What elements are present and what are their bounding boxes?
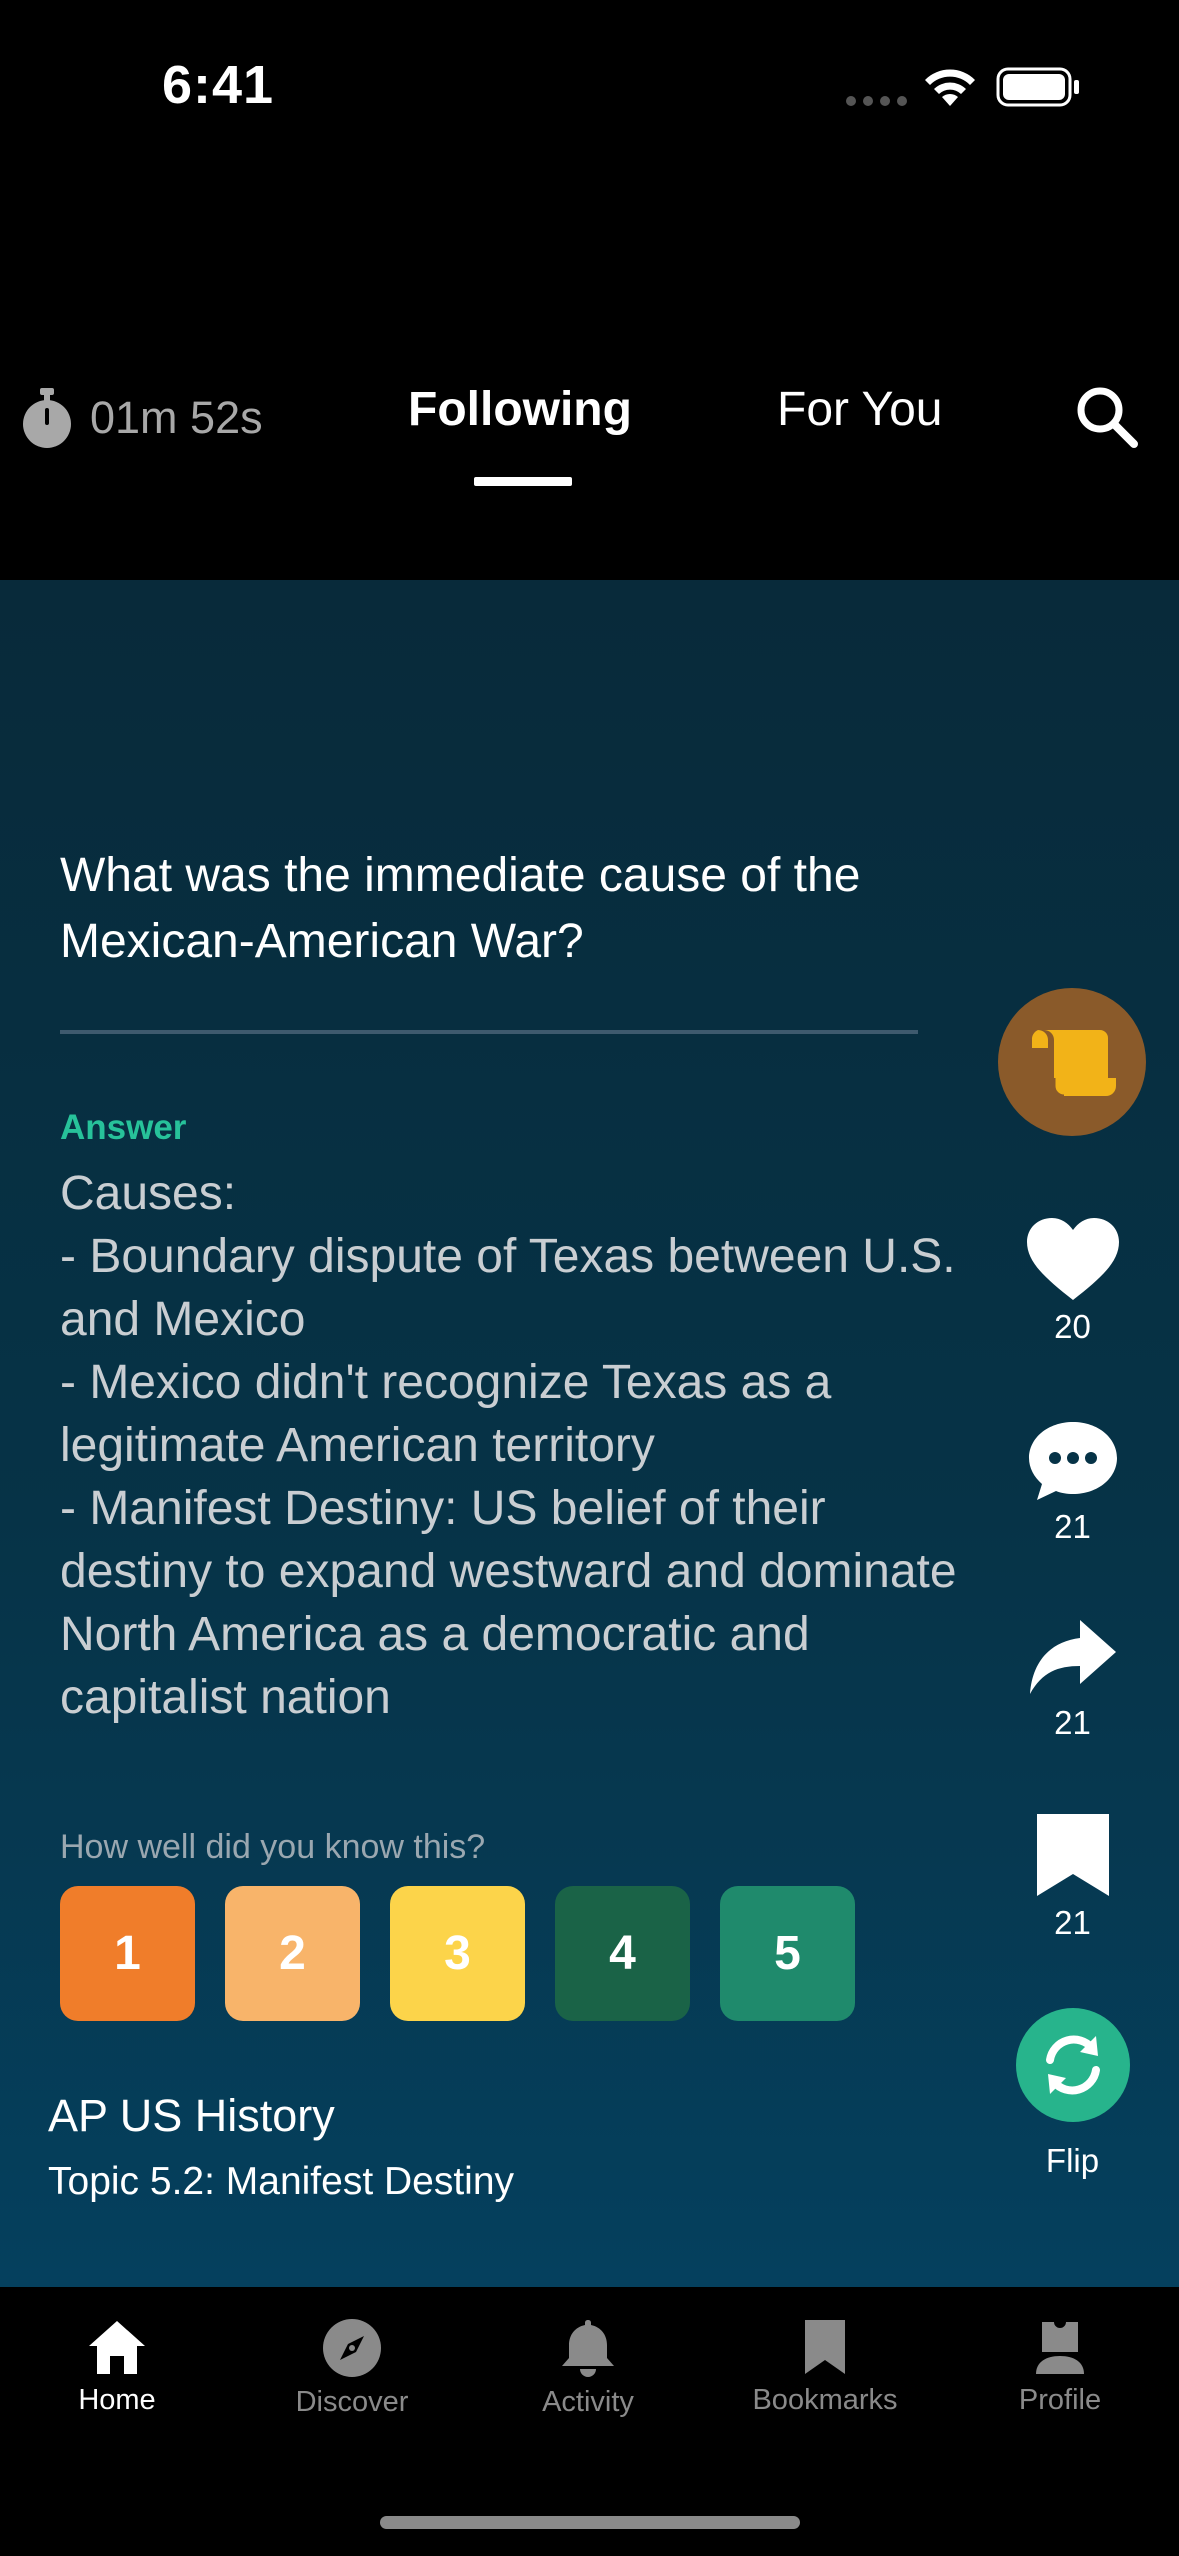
- heart-icon: [1026, 1218, 1119, 1300]
- rating-button-1[interactable]: 1: [60, 1886, 195, 2021]
- tab-for-you[interactable]: For You: [777, 382, 942, 437]
- battery-icon: [996, 67, 1079, 107]
- rating-button-3[interactable]: 3: [390, 1886, 525, 2021]
- tabbar-item-profile[interactable]: Profile: [960, 2318, 1160, 2417]
- rating-buttons: 1 2 3 4 5: [60, 1886, 855, 2021]
- deck-title[interactable]: AP US History: [48, 2090, 335, 2142]
- person-icon: [1036, 2322, 1084, 2374]
- tabbar-label-bookmarks: Bookmarks: [752, 2384, 898, 2416]
- tabbar-item-discover[interactable]: Discover: [252, 2318, 452, 2419]
- bookmark-icon: [1036, 1814, 1109, 1896]
- tabbar-label-discover: Discover: [295, 2386, 409, 2418]
- refresh-icon: [1045, 2035, 1100, 2095]
- tabbar-label-profile: Profile: [1018, 2384, 1102, 2416]
- search-icon[interactable]: [1072, 382, 1142, 452]
- tab-following[interactable]: Following: [408, 382, 632, 437]
- timer-text: 01m 52s: [90, 392, 263, 443]
- comment-action[interactable]: 21: [990, 1418, 1155, 1546]
- bell-icon: [562, 2320, 614, 2377]
- bookmark-action[interactable]: 21: [990, 1812, 1155, 1942]
- deck-topic[interactable]: Topic 5.2: Manifest Destiny: [48, 2160, 514, 2204]
- comment-icon: [1028, 1422, 1117, 1500]
- bookmark-count: 21: [1054, 1904, 1091, 1941]
- session-timer: 01m 52s: [18, 386, 263, 450]
- creator-avatar[interactable]: [998, 988, 1146, 1136]
- home-indicator[interactable]: [380, 2516, 800, 2529]
- answer-label: Answer: [60, 1108, 187, 1147]
- rating-button-5[interactable]: 5: [720, 1886, 855, 2021]
- card-divider: [60, 1030, 918, 1034]
- tabbar-label-home: Home: [78, 2384, 156, 2416]
- home-icon: [89, 2321, 145, 2374]
- flip-action[interactable]: Flip: [990, 2008, 1155, 2180]
- like-action[interactable]: 20: [990, 1216, 1155, 1346]
- signal-icon: [846, 96, 907, 106]
- share-action[interactable]: 21: [990, 1618, 1155, 1742]
- tabbar-item-home[interactable]: Home: [17, 2318, 217, 2417]
- tabbar-item-bookmarks[interactable]: Bookmarks: [725, 2318, 925, 2417]
- tabbar-item-activity[interactable]: Activity: [488, 2318, 688, 2419]
- rating-prompt: How well did you know this?: [60, 1828, 486, 1866]
- card-question: What was the immediate cause of the Mexi…: [60, 849, 861, 968]
- share-count: 21: [1054, 1704, 1091, 1741]
- like-count: 20: [1054, 1308, 1091, 1345]
- top-navigation: [0, 180, 1179, 580]
- comment-count: 21: [1054, 1508, 1091, 1545]
- flip-label: Flip: [1045, 2142, 1100, 2179]
- share-icon: [1029, 1620, 1116, 1694]
- rating-button-4[interactable]: 4: [555, 1886, 690, 2021]
- flip-button[interactable]: [1015, 2008, 1130, 2122]
- stopwatch-icon: [23, 388, 71, 448]
- active-tab-indicator: [474, 477, 572, 486]
- wifi-icon: [925, 69, 975, 106]
- status-bar: 6:41: [0, 0, 1179, 180]
- bookmark-tab-icon: [805, 2320, 845, 2374]
- answer-text: Causes: - Boundary dispute of Texas betw…: [60, 1167, 957, 1724]
- scroll-icon: [1031, 1030, 1116, 1098]
- rating-button-2[interactable]: 2: [225, 1886, 360, 2021]
- status-time: 6:41: [162, 55, 275, 115]
- compass-icon: [323, 2319, 381, 2377]
- tabbar-label-activity: Activity: [542, 2386, 634, 2418]
